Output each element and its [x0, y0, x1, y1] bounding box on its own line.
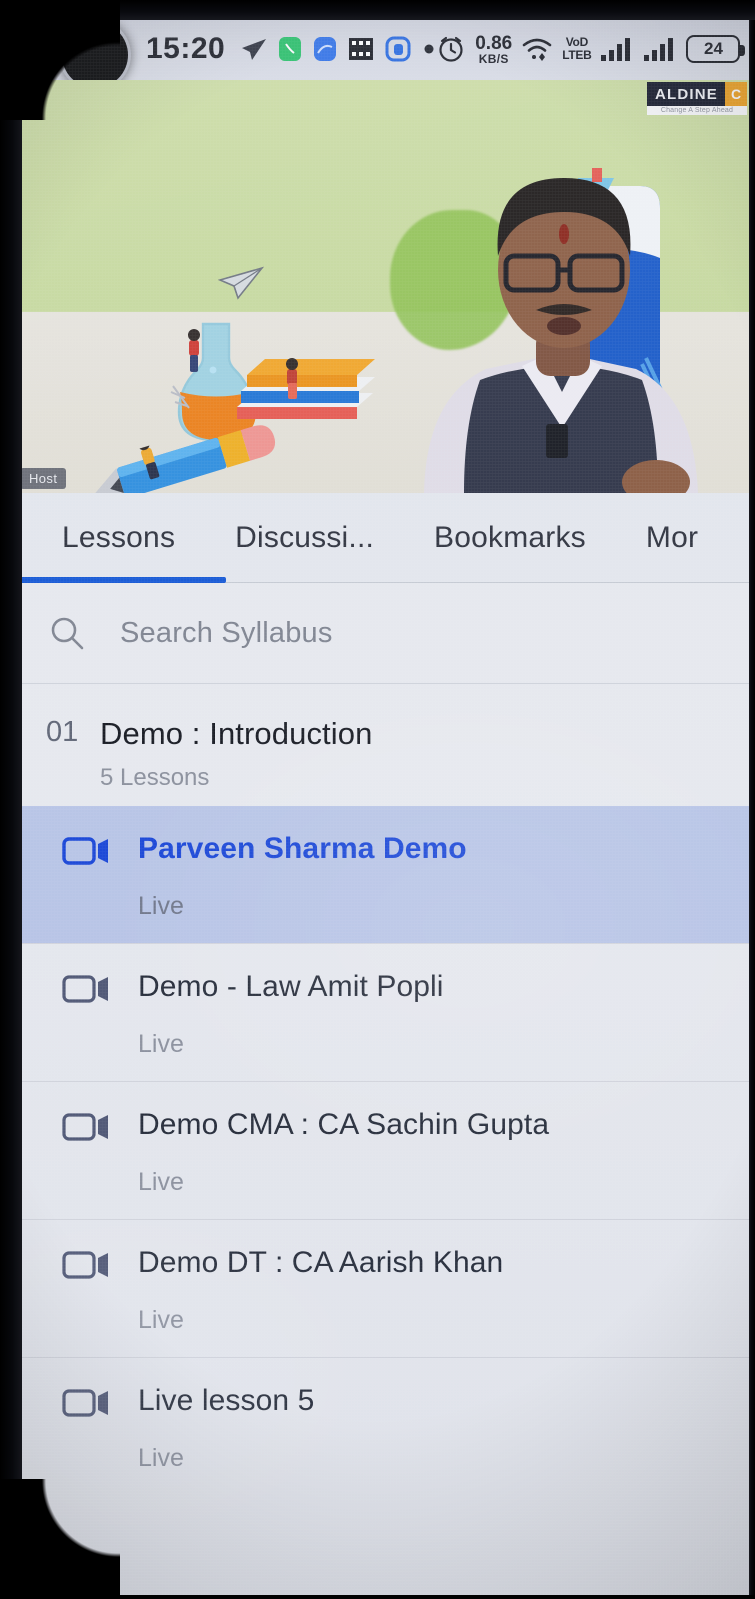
video-camera-icon [62, 1389, 108, 1417]
logo-name-text: ALDINE [646, 82, 725, 106]
live-video-player[interactable]: Host ALDINE C Change A Step Ahead [18, 80, 751, 493]
logo-tagline-text: Change A Step Ahead [646, 106, 747, 115]
status-system-icons: 0.86 KB/S VoD LTEB 24 [436, 34, 751, 65]
lesson-text-block: Demo - Law Amit Popli Live [138, 970, 444, 1059]
lesson-title: Demo CMA : CA Sachin Gupta [138, 1108, 550, 1141]
tab-more[interactable]: Mor [646, 521, 698, 555]
paper-plane-illustration [218, 266, 264, 300]
lesson-list: Parveen Sharma Demo Live Demo - Law Amit… [18, 806, 751, 1495]
search-input[interactable]: Search Syllabus [120, 617, 333, 650]
lesson-text-block: Parveen Sharma Demo Live [138, 832, 467, 921]
status-time: 15:20 [146, 32, 226, 65]
signal-bars-icon [601, 38, 631, 61]
status-notification-icons [241, 36, 436, 62]
phone-bezel-bottom [0, 1595, 755, 1599]
network-speed-value: 0.86 [475, 32, 513, 54]
lesson-row[interactable]: Live lesson 5 Live [18, 1358, 751, 1495]
lesson-row[interactable]: Demo DT : CA Aarish Khan Live [18, 1220, 751, 1357]
phone-bezel-left [0, 0, 22, 1599]
wifi-icon [522, 38, 552, 61]
battery-level-text: 24 [704, 39, 723, 58]
lesson-title: Demo DT : CA Aarish Khan [138, 1246, 504, 1279]
signal-bars-icon [644, 38, 674, 61]
video-camera-icon [62, 1251, 108, 1279]
app-icon [385, 36, 411, 62]
section-index: 01 [46, 716, 79, 748]
section-title: Demo : Introduction [100, 716, 373, 751]
lesson-meta: Live [138, 1168, 184, 1196]
front-camera-punch-hole [62, 22, 128, 88]
aldine-watermark-logo: ALDINE C Change A Step Ahead [646, 82, 747, 115]
phone-bezel-right [749, 0, 755, 1599]
battery-indicator: 24 [686, 35, 746, 63]
search-bar[interactable]: Search Syllabus [18, 583, 751, 683]
volte-indicator: VoD LTEB [562, 36, 592, 62]
search-icon [51, 617, 84, 650]
lesson-row-active[interactable]: Parveen Sharma Demo Live [18, 806, 751, 943]
video-camera-icon [62, 975, 108, 1003]
tab-lessons[interactable]: Lessons [18, 521, 175, 555]
syllabus-section-header[interactable]: 01 Demo : Introduction 5 Lessons [18, 684, 751, 806]
volte-line-2: LTEB [562, 48, 592, 62]
tab-bookmarks[interactable]: Bookmarks [434, 521, 586, 555]
network-speed-unit: KB/S [478, 51, 509, 66]
lesson-title: Demo - Law Amit Popli [138, 970, 444, 1003]
lessons-panel: Lessons Discussi... Bookmarks Mor Search… [18, 493, 751, 1595]
tab-bar: Lessons Discussi... Bookmarks Mor [18, 493, 751, 583]
phone-bezel-top [0, 0, 755, 20]
section-text-block: Demo : Introduction 5 Lessons [100, 716, 372, 792]
status-bar: 15:20 0.86 KB/S VoD LTEB 24 [18, 18, 751, 88]
lesson-meta: Live [138, 892, 184, 920]
logo-mark-text: C [725, 82, 747, 106]
phone-photo: 15:20 0.86 KB/S VoD LTEB 24 Host ALDINE … [0, 0, 755, 1599]
video-camera-icon [62, 1113, 108, 1141]
active-tab-underline [18, 577, 226, 583]
lesson-text-block: Demo DT : CA Aarish Khan Live [138, 1246, 503, 1335]
lesson-title: Live lesson 5 [138, 1384, 315, 1417]
network-speed-indicator: 0.86 KB/S [475, 34, 512, 65]
lesson-title: Parveen Sharma Demo [138, 832, 467, 865]
lesson-row[interactable]: Demo CMA : CA Sachin Gupta Live [18, 1082, 751, 1219]
gallery-icon [349, 38, 374, 60]
lesson-text-block: Live lesson 5 Live [138, 1384, 314, 1473]
alarm-icon [439, 36, 463, 62]
whatsapp-icon [279, 37, 302, 61]
presenter-video-person [424, 178, 698, 493]
section-subtitle: 5 Lessons [100, 764, 210, 791]
lesson-meta: Live [138, 1444, 184, 1472]
telegram-icon [242, 39, 267, 60]
lesson-row[interactable]: Demo - Law Amit Popli Live [18, 944, 751, 1081]
tab-discussion[interactable]: Discussi... [235, 521, 374, 555]
host-badge: Host [20, 468, 67, 489]
video-camera-icon [62, 837, 108, 865]
lesson-meta: Live [138, 1030, 184, 1058]
lesson-text-block: Demo CMA : CA Sachin Gupta Live [138, 1108, 549, 1197]
phone-screen: 15:20 0.86 KB/S VoD LTEB 24 Host ALDINE … [18, 18, 751, 1595]
messenger-icon [314, 37, 337, 61]
dot-icon [424, 44, 434, 54]
lesson-meta: Live [138, 1306, 184, 1334]
